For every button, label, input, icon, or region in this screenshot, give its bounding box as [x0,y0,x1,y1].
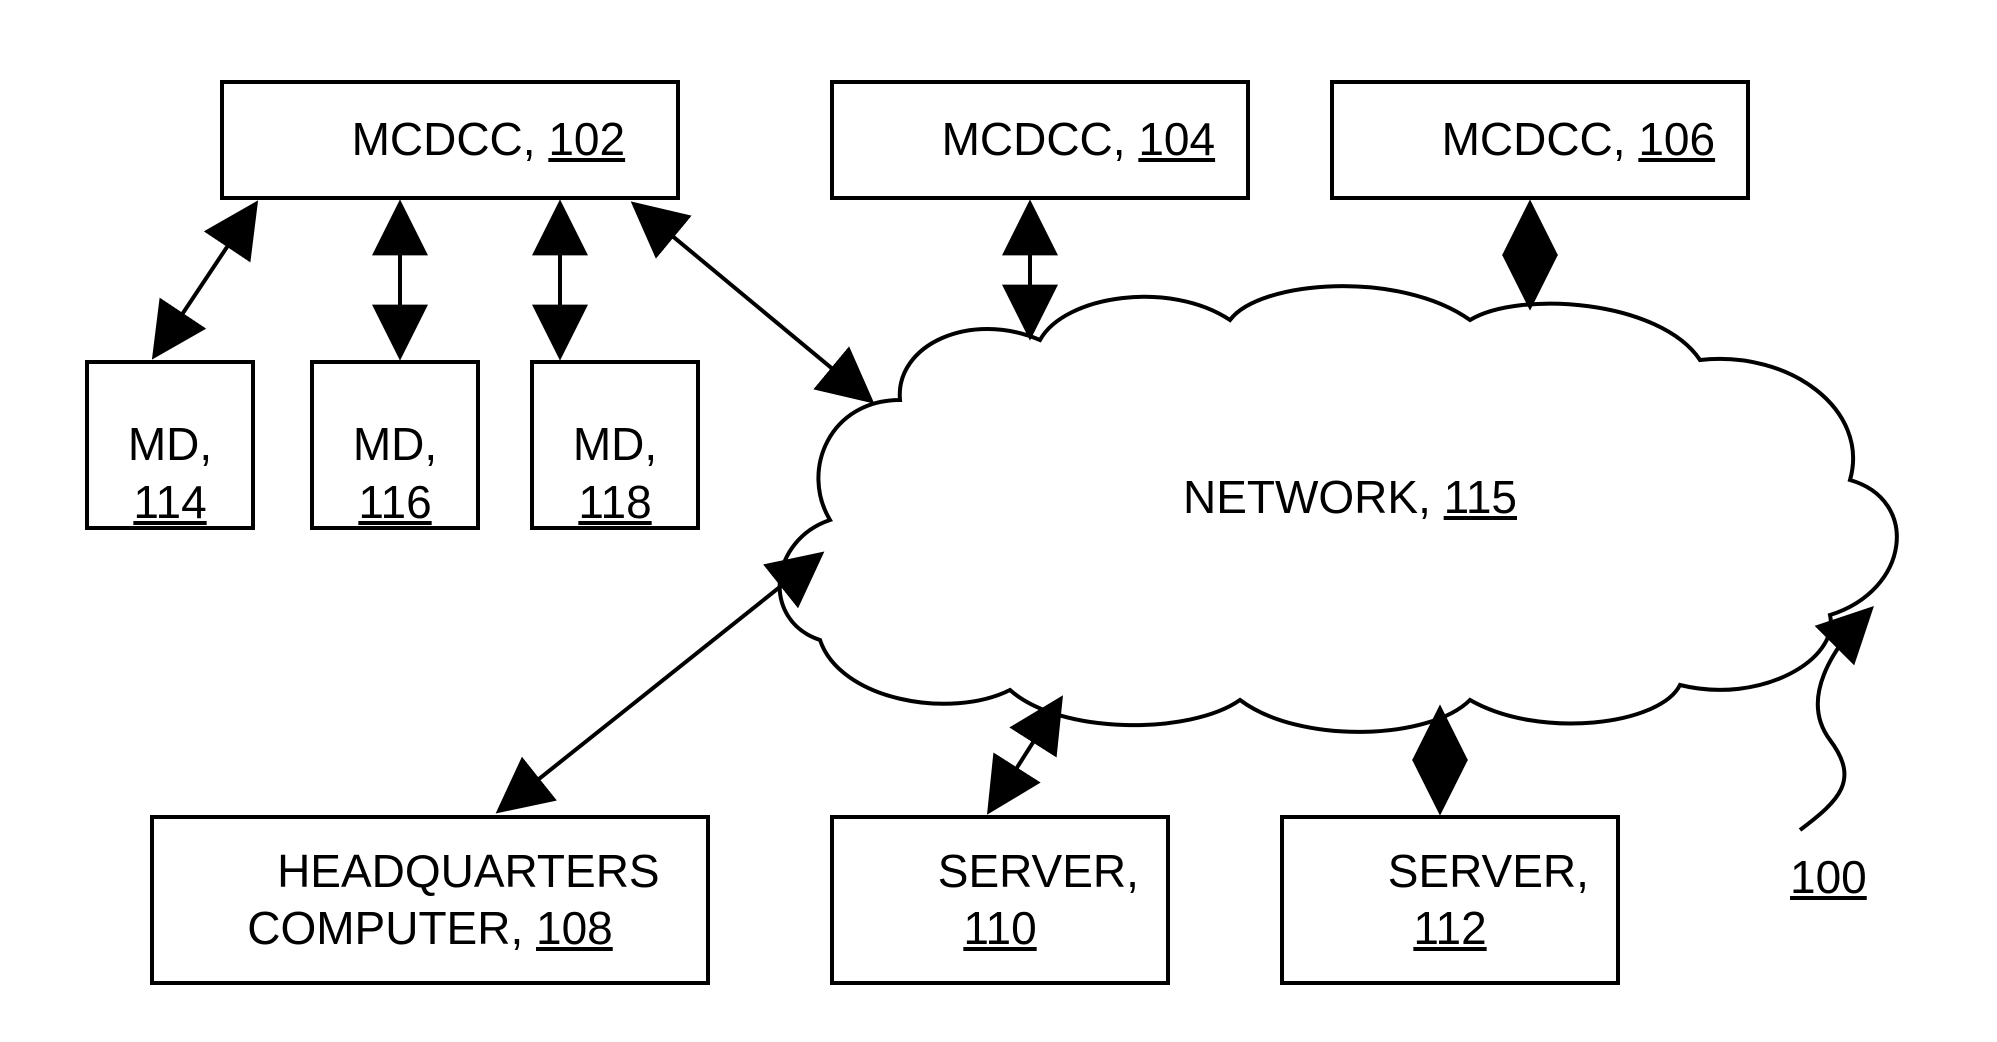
node-mcdcc-104: MCDCC, 104 [830,80,1250,200]
node-label: MCDCC, 106 [1365,54,1715,227]
node-md-118: MD,118 [530,360,700,530]
node-md-114: MD,114 [85,360,255,530]
edge-hq-network [500,555,820,810]
node-label: MCDCC, 102 [275,54,625,227]
node-server-110: SERVER,110 [830,815,1170,985]
node-label: SERVER,110 [861,785,1139,1015]
node-label: HEADQUARTERSCOMPUTER, 108 [200,785,659,1015]
node-network: NETWORK, 115 [1100,470,1600,524]
node-label: MCDCC, 104 [865,54,1215,227]
figure-reference: 100 [1790,850,1867,904]
node-mcdcc-106: MCDCC, 106 [1330,80,1750,200]
node-label: MD,116 [334,301,456,589]
diagram-canvas: MCDCC, 102 MCDCC, 104 MCDCC, 106 MD,114 … [0,0,1997,1042]
node-md-116: MD,116 [310,360,480,530]
node-mcdcc-102: MCDCC, 102 [220,80,680,200]
node-server-112: SERVER,112 [1280,815,1620,985]
figure-ref-pointer [1800,610,1870,830]
node-label: SERVER,112 [1311,785,1589,1015]
node-label: MD,114 [109,301,231,589]
node-hq: HEADQUARTERSCOMPUTER, 108 [150,815,710,985]
node-label: MD,118 [554,301,676,589]
